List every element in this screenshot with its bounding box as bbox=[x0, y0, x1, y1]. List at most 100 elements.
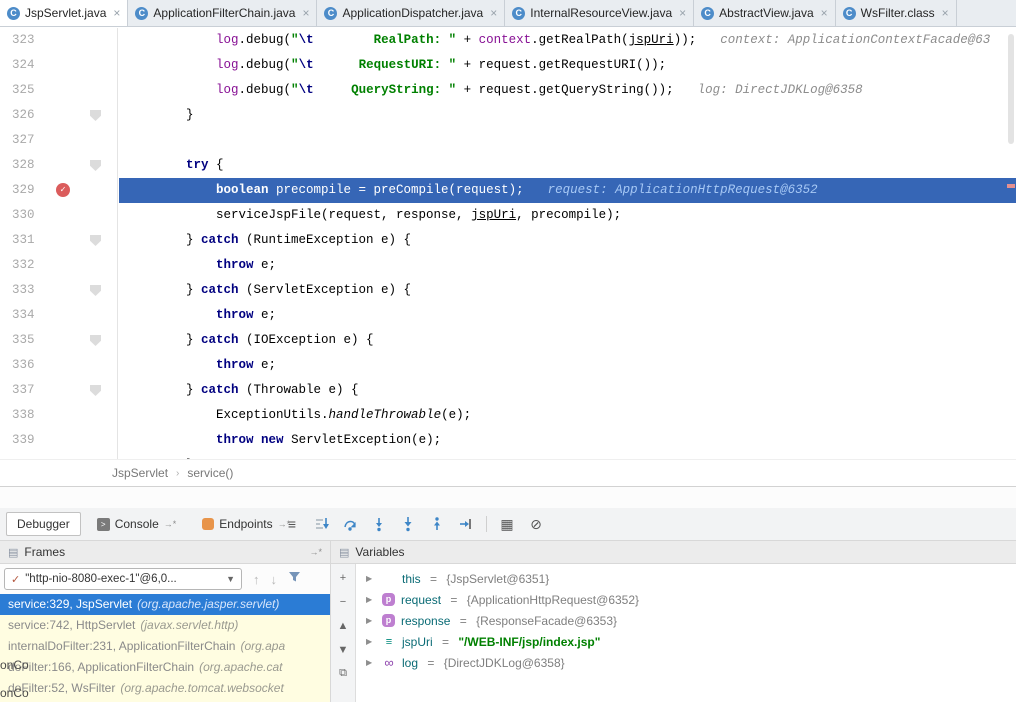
breakpoint-icon[interactable]: ✓ bbox=[56, 183, 70, 197]
variable-row[interactable]: ▶∞log = {DirectJDKLog@6358} bbox=[356, 652, 1016, 673]
frames-options-icon[interactable]: →* bbox=[309, 547, 322, 557]
editor-scrollbar-thumb[interactable] bbox=[1008, 34, 1014, 144]
mute-breakpoints-icon[interactable]: ⊘ bbox=[527, 515, 545, 533]
move-watch-up-button[interactable]: ▲ bbox=[335, 617, 352, 634]
stack-frame-row[interactable]: doFilter:166, ApplicationFilterChain(org… bbox=[0, 657, 330, 678]
editor-tab-applicationdispatcher-java[interactable]: CApplicationDispatcher.java× bbox=[317, 0, 505, 26]
gutter-line: 325 bbox=[0, 78, 117, 103]
gutter-line: 323 bbox=[0, 28, 117, 53]
editor-tab-wsfilter-class[interactable]: CWsFilter.class× bbox=[836, 0, 957, 26]
code-line[interactable]: ExceptionUtils.handleThrowable(e); bbox=[119, 403, 1016, 428]
variable-row[interactable]: ▶presponse = {ResponseFacade@6353} bbox=[356, 610, 1016, 631]
fold-marker-icon[interactable] bbox=[90, 235, 101, 246]
fold-marker-icon[interactable] bbox=[90, 285, 101, 296]
code-line[interactable]: } catch (IOException e) { bbox=[119, 328, 1016, 353]
code-text: throw e; bbox=[126, 358, 276, 372]
close-tab-icon[interactable]: × bbox=[942, 6, 949, 20]
code-line[interactable]: throw e; bbox=[119, 253, 1016, 278]
code-line[interactable]: } catch (RuntimeException e) { bbox=[119, 228, 1016, 253]
close-tab-icon[interactable]: × bbox=[679, 6, 686, 20]
thread-status-icon: ✓ bbox=[11, 573, 20, 586]
variable-value: {DirectJDKLog@6358} bbox=[444, 656, 565, 670]
gutter-line: 339 bbox=[0, 428, 117, 453]
code-text: throw e; bbox=[126, 258, 276, 272]
variables-panel-icon: ▤ bbox=[339, 546, 349, 559]
stack-frame-row[interactable]: service:742, HttpServlet(javax.servlet.h… bbox=[0, 615, 330, 636]
debug-tabs: Debugger>Console→*Endpoints→* bbox=[6, 512, 300, 536]
editor-tab-applicationfilterchain-java[interactable]: CApplicationFilterChain.java× bbox=[128, 0, 317, 26]
next-frame-button[interactable]: ↓ bbox=[271, 572, 278, 587]
stack-frame-row[interactable]: service:329, JspServlet(org.apache.jaspe… bbox=[0, 594, 330, 615]
editor-tab-jspservlet-java[interactable]: CJspServlet.java× bbox=[0, 0, 128, 26]
variable-row[interactable]: ▶prequest = {ApplicationHttpRequest@6352… bbox=[356, 589, 1016, 610]
close-tab-icon[interactable]: × bbox=[821, 6, 828, 20]
gutter-line: 338 bbox=[0, 403, 117, 428]
code-line[interactable]: boolean precompile = preCompile(request)… bbox=[119, 178, 1016, 203]
close-tab-icon[interactable]: × bbox=[302, 6, 309, 20]
background-text-fragment: onCo bbox=[0, 658, 29, 672]
view-breakpoints-icon[interactable]: ▦ bbox=[498, 515, 516, 533]
editor-tab-internalresourceview-java[interactable]: CInternalResourceView.java× bbox=[505, 0, 694, 26]
chevron-right-icon[interactable]: ▶ bbox=[366, 637, 376, 646]
code-line[interactable]: throw e; bbox=[119, 303, 1016, 328]
editor-tab-abstractview-java[interactable]: CAbstractView.java× bbox=[694, 0, 836, 26]
code-line[interactable]: serviceJspFile(request, response, jspUri… bbox=[119, 203, 1016, 228]
code-text: } catch (Throwable e) { bbox=[126, 383, 359, 397]
duplicate-watch-button[interactable]: ⧉ bbox=[335, 665, 352, 682]
step-into-icon[interactable] bbox=[370, 515, 388, 533]
line-number: 339 bbox=[12, 428, 35, 453]
layout-menu-icon[interactable]: ≡ bbox=[283, 515, 301, 533]
line-number: 338 bbox=[12, 403, 35, 428]
breadcrumb-method[interactable]: service() bbox=[187, 466, 233, 480]
code-line[interactable] bbox=[119, 128, 1016, 153]
force-step-into-icon[interactable] bbox=[399, 515, 417, 533]
code-text: throw new ServletException(e); bbox=[126, 433, 441, 447]
show-execution-point-icon[interactable] bbox=[312, 515, 330, 533]
error-stripe-breakpoint-mark[interactable] bbox=[1007, 184, 1015, 188]
variable-row[interactable]: ▶this = {JspServlet@6351} bbox=[356, 568, 1016, 589]
editor-code-area[interactable]: log.debug("\t RealPath: " + context.getR… bbox=[119, 28, 1016, 459]
previous-frame-button[interactable]: ↑ bbox=[253, 572, 260, 587]
code-line[interactable]: log.debug("\t RealPath: " + context.getR… bbox=[119, 28, 1016, 53]
fold-marker-icon[interactable] bbox=[90, 110, 101, 121]
chevron-right-icon[interactable]: ▶ bbox=[366, 574, 376, 583]
variables-panel: ▶this = {JspServlet@6351}▶prequest = {Ap… bbox=[356, 564, 1016, 702]
code-line[interactable]: } bbox=[119, 103, 1016, 128]
close-tab-icon[interactable]: × bbox=[113, 6, 120, 20]
add-watch-button[interactable]: + bbox=[335, 569, 352, 586]
fold-marker-icon[interactable] bbox=[90, 335, 101, 346]
code-text: } bbox=[126, 108, 194, 122]
code-line[interactable]: } catch (ServletException e) { bbox=[119, 278, 1016, 303]
move-watch-down-button[interactable]: ▼ bbox=[335, 641, 352, 658]
stack-frame-row[interactable]: doFilter:52, WsFilter(org.apache.tomcat.… bbox=[0, 678, 330, 699]
code-line[interactable]: } catch (Throwable e) { bbox=[119, 378, 1016, 403]
code-line[interactable]: throw e; bbox=[119, 353, 1016, 378]
code-line[interactable]: log.debug("\t RequestURI: " + request.ge… bbox=[119, 53, 1016, 78]
fold-marker-icon[interactable] bbox=[90, 160, 101, 171]
chevron-right-icon[interactable]: ▶ bbox=[366, 616, 376, 625]
run-to-cursor-icon[interactable] bbox=[457, 515, 475, 533]
variable-row[interactable]: ▶≡jspUri = "/WEB-INF/jsp/index.jsp" bbox=[356, 631, 1016, 652]
step-over-icon[interactable] bbox=[341, 515, 359, 533]
code-line[interactable]: throw new ServletException(e); bbox=[119, 428, 1016, 453]
code-line[interactable]: log.debug("\t QueryString: " + request.g… bbox=[119, 78, 1016, 103]
step-out-icon[interactable] bbox=[428, 515, 446, 533]
chevron-right-icon[interactable]: ▶ bbox=[366, 658, 376, 667]
remove-watch-button[interactable]: − bbox=[335, 593, 352, 610]
thread-name: "http-nio-8080-exec-1"@6,0... bbox=[25, 573, 177, 585]
stack-frame-row[interactable]: internalDoFilter:231, ApplicationFilterC… bbox=[0, 636, 330, 657]
gutter-line: 331 bbox=[0, 228, 117, 253]
thread-selector-dropdown[interactable]: ✓ "http-nio-8080-exec-1"@6,0... ▼ bbox=[4, 568, 242, 590]
close-tab-icon[interactable]: × bbox=[490, 6, 497, 20]
breadcrumb-class[interactable]: JspServlet bbox=[112, 466, 168, 480]
code-line[interactable]: try { bbox=[119, 153, 1016, 178]
line-number: 328 bbox=[12, 153, 35, 178]
code-editor[interactable]: 323324325326327328329✓330331332333334335… bbox=[0, 28, 1016, 459]
chevron-right-icon[interactable]: ▶ bbox=[366, 595, 376, 604]
debug-tab-console[interactable]: >Console→* bbox=[87, 513, 187, 535]
gutter-line: 329✓ bbox=[0, 178, 117, 203]
debug-tab-debugger[interactable]: Debugger bbox=[6, 512, 81, 536]
hide-library-frames-icon[interactable] bbox=[288, 570, 301, 588]
debug-window-top-strip bbox=[0, 487, 1016, 508]
fold-marker-icon[interactable] bbox=[90, 385, 101, 396]
